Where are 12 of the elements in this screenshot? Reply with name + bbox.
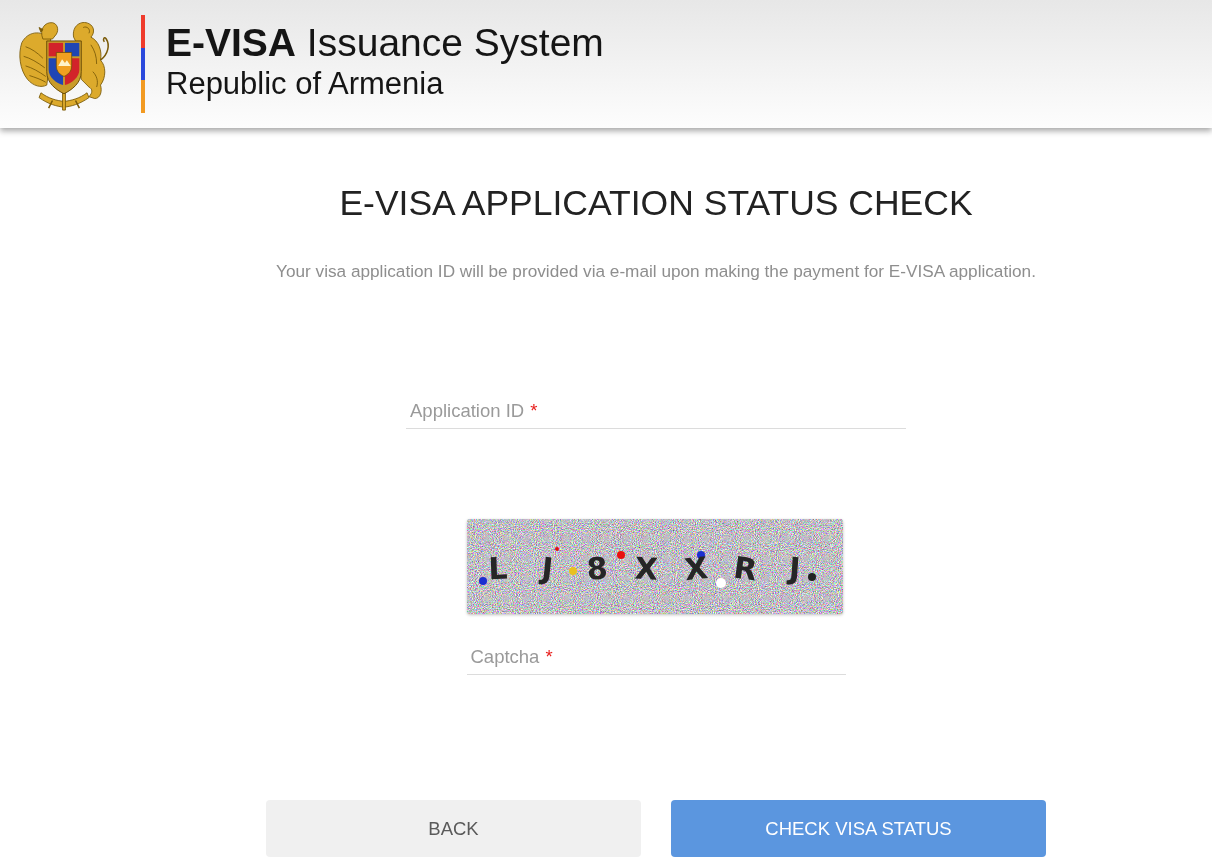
- captcha-field[interactable]: Captcha *: [466, 638, 846, 675]
- required-mark: *: [530, 400, 538, 422]
- field-label: Captcha: [470, 646, 540, 668]
- back-button[interactable]: BACK: [266, 800, 641, 857]
- required-mark: *: [545, 646, 553, 668]
- application-id-field[interactable]: Application ID *: [406, 392, 906, 429]
- page-description: Your visa application ID will be provided via e-mail upon making the payment for E-VISA application.: [276, 261, 1036, 281]
- check-status-button[interactable]: CHECK VISA STATUS: [671, 800, 1046, 857]
- field-label: Application ID: [410, 400, 525, 422]
- page-heading: E-VISA APPLICATION STATUS CHECK: [339, 182, 973, 225]
- site-title: E-VISA Issuance System: [166, 21, 604, 65]
- site-subtitle: Republic of Armenia: [166, 65, 445, 103]
